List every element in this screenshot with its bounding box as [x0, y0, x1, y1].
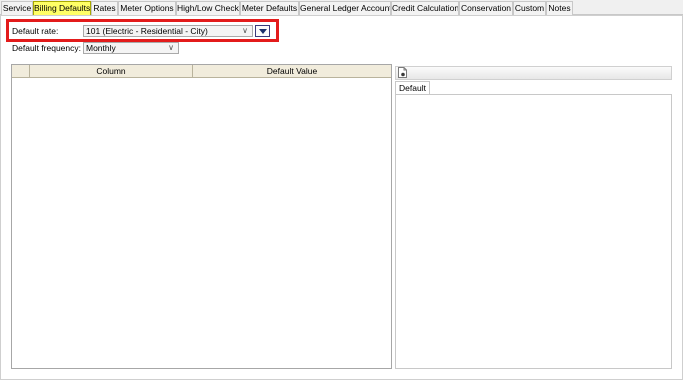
tab-credit-calculation[interactable]: Credit Calculation	[391, 1, 459, 15]
tab-default[interactable]: Default	[395, 81, 430, 95]
default-frequency-label: Default frequency:	[12, 43, 81, 53]
grid-header: Column Default Value	[12, 65, 391, 78]
tab-general-ledger-accounts[interactable]: General Ledger Accounts	[299, 1, 391, 15]
grid-row-header-column	[12, 65, 30, 77]
tab-custom[interactable]: Custom	[513, 1, 546, 15]
default-rate-value: 101 (Electric - Residential - City)	[86, 26, 208, 36]
tab-billing-defaults[interactable]: Billing Defaults	[33, 1, 91, 15]
tab-meter-options[interactable]: Meter Options	[118, 1, 176, 15]
tab-service[interactable]: Service	[1, 1, 33, 15]
chevron-down-icon: ∨	[168, 43, 174, 52]
defaults-grid[interactable]: Column Default Value	[11, 64, 392, 369]
right-panel-body	[395, 94, 672, 369]
default-frequency-select[interactable]: Monthly ∨	[83, 42, 179, 54]
default-rate-label: Default rate:	[12, 26, 59, 36]
default-frequency-value: Monthly	[86, 43, 116, 53]
chevron-down-icon: ∨	[242, 26, 248, 35]
rate-lookup-button[interactable]	[255, 25, 270, 37]
tab-conservation[interactable]: Conservation	[459, 1, 513, 15]
default-value-header[interactable]: Default Value	[193, 65, 391, 77]
tab-meter-defaults[interactable]: Meter Defaults	[240, 1, 299, 15]
tab-rates[interactable]: Rates	[91, 1, 118, 15]
right-panel-toolbar	[395, 66, 672, 80]
default-rate-select[interactable]: 101 (Electric - Residential - City) ∨	[83, 25, 253, 37]
tab-bar: Service Billing Defaults Rates Meter Opt…	[0, 0, 683, 15]
new-document-icon[interactable]	[398, 67, 407, 78]
column-header[interactable]: Column	[30, 65, 193, 77]
tab-high-low-checks[interactable]: High/Low Checks	[176, 1, 240, 15]
tab-notes[interactable]: Notes	[546, 1, 573, 15]
